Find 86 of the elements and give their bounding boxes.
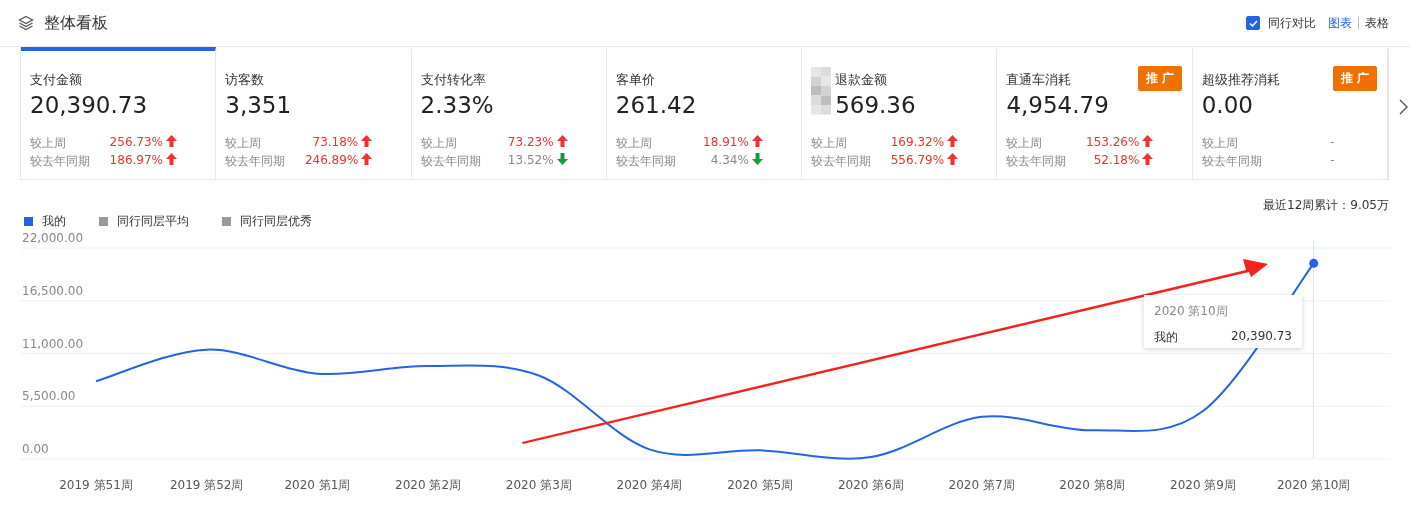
metric-card[interactable]: 超级推荐消耗 推 广 0.00 较上周 - 较去年同期 - — [1192, 47, 1388, 179]
promo-badge: 推 广 — [1332, 66, 1377, 91]
y-axis-label: 22,000.00 — [22, 231, 84, 245]
data-point — [1309, 258, 1319, 268]
comparison-label: 较上周 — [225, 135, 263, 152]
tooltip-value: 20,390.73 — [1230, 329, 1292, 345]
metric-title: 超级推荐消耗 — [1201, 71, 1280, 89]
comparison-value: 556.79% — [890, 153, 945, 169]
comparison-value: 169.32% — [890, 135, 945, 151]
y-axis-label: 16,500.00 — [22, 283, 84, 298]
comparison-label: 较上周 — [420, 135, 458, 152]
layers-icon — [18, 15, 34, 31]
x-axis-label: 2020 第1周 — [284, 478, 351, 492]
comparison-label: 较去年同期 — [420, 153, 482, 170]
compare-label: 同行对比 — [1268, 14, 1316, 32]
comparison-label: 较上周 — [30, 135, 67, 152]
metric-title: 支付转化率 — [420, 71, 486, 89]
x-axis-label: 2020 第6周 — [837, 478, 904, 492]
comparison-label: 较去年同期 — [225, 153, 287, 170]
comparison-value: - — [1330, 135, 1335, 151]
view-toggle-link[interactable]: 图表 — [1328, 14, 1352, 32]
comparison-value: 73.18% — [311, 135, 359, 151]
x-axis-label: 2020 第9周 — [1170, 478, 1236, 492]
comparison-value: 18.91% — [703, 135, 749, 151]
comparison-label: 较去年同期 — [1201, 153, 1263, 170]
comparison-value: 4.34% — [709, 153, 749, 169]
tooltip-title: 2020 第10周 — [1154, 303, 1229, 320]
comparison-label: 较去年同期 — [1006, 153, 1068, 170]
metric-card[interactable]: 访客数 3,351 较上周 73.18% 较去年同期 246.89% — [216, 47, 412, 179]
metric-value: 4,954.79 — [1006, 92, 1109, 118]
legend-item[interactable]: 同行同层优秀 — [222, 212, 312, 230]
metric-card[interactable]: 支付金额 20,390.73 较上周 256.73% 较去年同期 186.97% — [21, 47, 217, 179]
compare-checkbox[interactable] — [1246, 16, 1260, 30]
comparison-value: 153.26% — [1086, 135, 1140, 151]
x-axis-label: 2020 第3周 — [505, 478, 572, 492]
x-axis-label: 2020 第4周 — [616, 478, 683, 492]
comparison-value: 13.52% — [507, 153, 554, 169]
promo-badge: 推 广 — [1137, 66, 1182, 91]
metric-card[interactable]: 直通车消耗 推 广 4,954.79 较上周 153.26% 较去年同期 52.18% — [997, 47, 1193, 179]
legend-item[interactable]: 同行同层平均 — [99, 212, 189, 230]
x-axis-label: 2020 第10周 — [1276, 478, 1351, 492]
chevron-right-icon[interactable] — [1399, 99, 1408, 115]
comparison-value: 52.18% — [1092, 153, 1140, 169]
metric-value: 569.36 — [835, 92, 916, 118]
metric-card[interactable]: 客单价 261.42 较上周 18.91% 较去年同期 4.34% — [606, 47, 803, 179]
legend-label: 同行同层优秀 — [240, 212, 312, 230]
metric-value: 20,390.73 — [30, 92, 148, 118]
comparison-value: 186.97% — [109, 153, 163, 169]
metric-title: 支付金额 — [30, 71, 82, 89]
metric-card[interactable]: 支付转化率 2.33% 较上周 73.23% 较去年同期 13.52% — [411, 47, 607, 179]
comparison-label: 较去年同期 — [811, 153, 873, 170]
comparison-label: 较上周 — [1201, 135, 1239, 152]
view-toggle-link[interactable]: 表格 — [1365, 14, 1389, 32]
comparison-value: 73.23% — [507, 135, 554, 151]
tooltip-label: 我的 — [1154, 329, 1178, 346]
comparison-label: 较上周 — [1006, 135, 1044, 152]
y-axis-label: 5,500.00 — [22, 389, 76, 404]
x-axis-label: 2020 第8周 — [1059, 478, 1126, 492]
legend-label: 同行同层平均 — [117, 212, 189, 230]
metric-title: 客单价 — [615, 71, 655, 89]
metric-card[interactable]: 退款金额 569.36 较上周 169.32% 较去年同期 556.79% — [802, 47, 998, 179]
x-axis-label: 2019 第52周 — [169, 478, 244, 492]
metric-value: 261.42 — [615, 92, 697, 118]
y-axis-label: 11,000.00 — [22, 336, 84, 351]
metric-value: 0.00 — [1201, 92, 1253, 118]
panel-title: 整体看板 — [44, 12, 108, 34]
metric-value: 3,351 — [225, 92, 292, 118]
x-axis-label: 2019 第51周 — [59, 478, 133, 492]
metric-value: 2.33% — [420, 92, 494, 118]
x-axis-label: 2020 第7周 — [948, 478, 1015, 492]
legend-item[interactable]: 我的 — [24, 212, 66, 230]
metric-title: 访客数 — [225, 71, 265, 89]
x-axis-label: 2020 第5周 — [727, 478, 794, 492]
metric-title: 直通车消耗 — [1006, 71, 1072, 89]
metric-title: 退款金额 — [835, 71, 888, 89]
x-axis-label: 2020 第2周 — [395, 478, 462, 492]
comparison-label: 较去年同期 — [30, 153, 91, 170]
comparison-value: 246.89% — [304, 153, 359, 169]
comparison-label: 较上周 — [811, 135, 849, 152]
comparison-value: - — [1330, 153, 1335, 169]
comparison-label: 较上周 — [615, 135, 653, 152]
legend-label: 我的 — [42, 212, 66, 230]
y-axis-label: 0.00 — [22, 442, 49, 456]
comparison-value: 256.73% — [109, 135, 163, 151]
summary-text: 最近12周累计：9.05万 — [1263, 197, 1389, 213]
comparison-label: 较去年同期 — [615, 153, 677, 170]
